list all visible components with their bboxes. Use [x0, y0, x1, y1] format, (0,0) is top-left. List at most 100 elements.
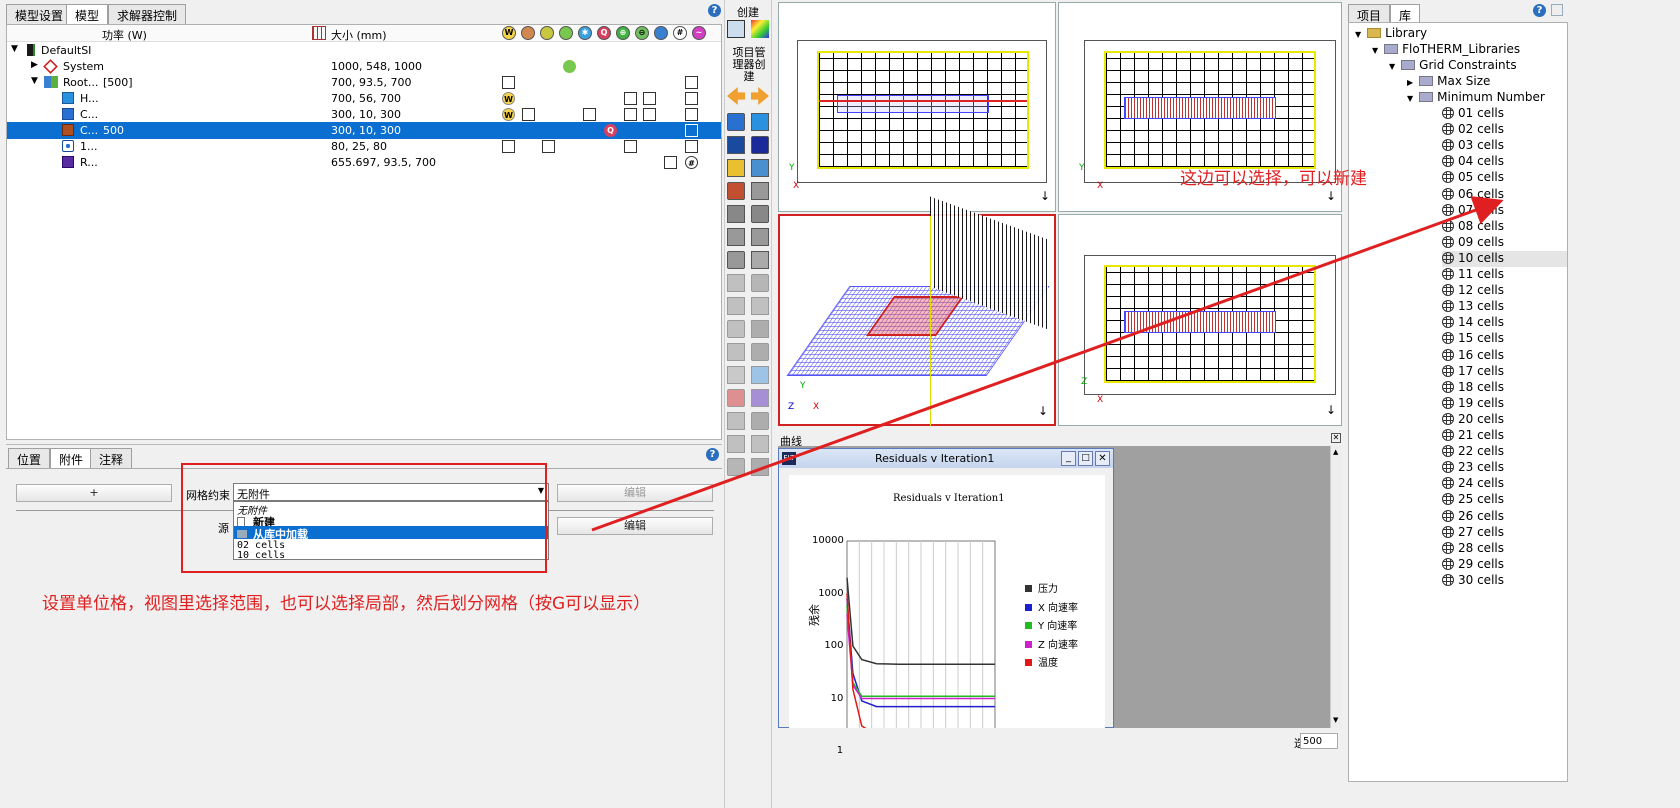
library-cell-item[interactable]: 03 cells — [1442, 138, 1504, 154]
scroll-down-icon[interactable]: ↓ — [1326, 189, 1336, 203]
plot-window-titlebar[interactable]: FLT Residuals v Iteration1 _ □ ✕ — [779, 449, 1113, 468]
checkbox[interactable] — [685, 140, 698, 153]
viewport-3d[interactable]: Y Z X ↓ — [778, 196, 1056, 426]
maximize-icon[interactable]: □ — [1078, 451, 1093, 466]
tree-row-c1[interactable]: C... 300, 10, 300 W — [7, 106, 721, 123]
tab-project[interactable]: 项目 — [1348, 4, 1391, 24]
tree-row-fan[interactable]: 1... 80, 25, 80 — [7, 138, 721, 155]
thermostat-icon[interactable] — [751, 366, 769, 384]
resistance-icon[interactable] — [751, 182, 769, 200]
chip-icon[interactable] — [751, 458, 769, 476]
scroll-down-icon[interactable]: ↓ — [1040, 189, 1050, 203]
library-cell-item[interactable]: 27 cells — [1442, 525, 1504, 541]
library-cell-item[interactable]: 05 cells — [1442, 170, 1504, 186]
library-cell-item[interactable]: 18 cells — [1442, 380, 1504, 396]
pcb-icon[interactable] — [727, 205, 745, 223]
library-cell-item[interactable]: 09 cells — [1442, 235, 1504, 251]
power-column-header[interactable]: 功率 (W) — [102, 27, 147, 43]
library-flotherm[interactable]: ▼ FloTHERM_Libraries — [1372, 42, 1520, 58]
network-icon[interactable] — [751, 435, 769, 453]
checkbox[interactable] — [624, 92, 637, 105]
heatsink-icon[interactable] — [727, 228, 745, 246]
checkbox[interactable] — [624, 108, 637, 121]
checkbox[interactable] — [583, 108, 596, 121]
library-cell-item[interactable]: 20 cells — [1442, 412, 1504, 428]
library-cell-item[interactable]: 19 cells — [1442, 396, 1504, 412]
cutout-icon[interactable] — [751, 389, 769, 407]
volume-icon[interactable] — [751, 412, 769, 430]
library-cell-item[interactable]: 17 cells — [1442, 364, 1504, 380]
heatpipe-icon[interactable] — [727, 412, 745, 430]
close-icon[interactable]: ✕ — [1331, 433, 1341, 443]
library-cell-item[interactable]: 30 cells — [1442, 573, 1504, 589]
checkbox[interactable] — [502, 140, 515, 153]
checkbox[interactable] — [685, 108, 698, 121]
library-grid-constraints[interactable]: ▼ Grid Constraints — [1389, 58, 1517, 74]
library-min-number[interactable]: ▼ Minimum Number — [1407, 90, 1545, 106]
region-icon[interactable] — [727, 343, 745, 361]
checkbox[interactable] — [542, 140, 555, 153]
viewport-front[interactable]: Y X ↓ — [778, 2, 1056, 212]
library-cell-item[interactable]: 10 cells — [1442, 250, 1567, 267]
recirc-icon[interactable] — [751, 297, 769, 315]
library-cell-item[interactable]: 12 cells — [1442, 283, 1504, 299]
checkbox[interactable] — [685, 92, 698, 105]
fan-icon[interactable] — [727, 274, 745, 292]
palette-icon[interactable] — [751, 20, 769, 38]
plate-icon[interactable] — [751, 228, 769, 246]
tec-icon[interactable] — [727, 389, 745, 407]
source-icon[interactable] — [727, 182, 745, 200]
library-cell-item[interactable]: 21 cells — [1442, 428, 1504, 444]
prism-icon[interactable] — [751, 113, 769, 131]
panel-option-icon[interactable] — [1551, 4, 1563, 16]
library-cell-item[interactable]: 08 cells — [1442, 219, 1504, 235]
tree-row-root[interactable]: ▼ Root... [500] 700, 93.5, 700 — [7, 74, 721, 91]
enclosure-icon[interactable] — [751, 251, 769, 269]
library-cell-item[interactable]: 01 cells — [1442, 106, 1504, 122]
library-cell-item[interactable]: 06 cells — [1442, 187, 1504, 203]
tab-model[interactable]: 模型 — [66, 4, 109, 26]
library-cell-item[interactable]: 13 cells — [1442, 299, 1504, 315]
scrollbar[interactable]: ▲ ▼ — [1330, 446, 1342, 728]
checkbox[interactable] — [664, 156, 677, 169]
library-cell-item[interactable]: 25 cells — [1442, 492, 1504, 508]
viewport-top[interactable]: Z X ↓ — [1058, 214, 1342, 426]
checkbox[interactable] — [643, 108, 656, 121]
checkbox[interactable] — [502, 76, 515, 89]
diamond-icon[interactable] — [751, 205, 769, 223]
library-max-size[interactable]: ▶ Max Size — [1407, 74, 1490, 90]
tab-notes[interactable]: 注释 — [90, 448, 133, 468]
cube-dark-icon[interactable] — [751, 136, 769, 154]
library-cell-item[interactable]: 11 cells — [1442, 267, 1504, 283]
tree-row-defaultsi[interactable]: ▼ DefaultSI — [7, 42, 721, 59]
library-cell-item[interactable]: 29 cells — [1442, 557, 1504, 573]
checkbox[interactable] — [522, 108, 535, 121]
library-cell-item[interactable]: 28 cells — [1442, 541, 1504, 557]
checkbox[interactable] — [624, 140, 637, 153]
help-icon[interactable]: ? — [708, 4, 721, 17]
fan-housing-icon[interactable] — [751, 274, 769, 292]
library-cell-item[interactable]: 23 cells — [1442, 460, 1504, 476]
assembly-icon[interactable] — [751, 159, 769, 177]
checkbox[interactable] — [685, 124, 698, 137]
library-cell-item[interactable]: 14 cells — [1442, 315, 1504, 331]
library-cell-item[interactable]: 26 cells — [1442, 509, 1504, 525]
scroll-down-icon[interactable]: ↓ — [1326, 403, 1336, 417]
cylinder-icon[interactable] — [727, 251, 745, 269]
perforated-icon[interactable] — [751, 320, 769, 338]
help-icon[interactable]: ? — [1533, 4, 1546, 17]
tree-row-r[interactable]: R... 655.697, 93.5, 700 # — [7, 154, 721, 171]
tree-row-h[interactable]: H... 700, 56, 700 W — [7, 90, 721, 107]
size-column-header[interactable]: 大小 (mm) — [331, 27, 387, 43]
tree-row-c2-selected[interactable]: C... 500 300, 10, 300 Q — [7, 122, 721, 139]
tab-attachments[interactable]: 附件 — [50, 448, 93, 470]
edit-button[interactable]: 编辑 — [557, 484, 713, 502]
sloping-block-icon[interactable] — [727, 320, 745, 338]
help-icon[interactable]: ? — [706, 448, 719, 461]
edit-source-button[interactable]: 编辑 — [557, 517, 713, 535]
library-cell-item[interactable]: 15 cells — [1442, 331, 1504, 347]
monitor-point-icon[interactable] — [751, 343, 769, 361]
wedge-icon[interactable] — [727, 136, 745, 154]
library-root[interactable]: ▼ Library — [1355, 26, 1427, 42]
library-cell-item[interactable]: 16 cells — [1442, 348, 1504, 364]
